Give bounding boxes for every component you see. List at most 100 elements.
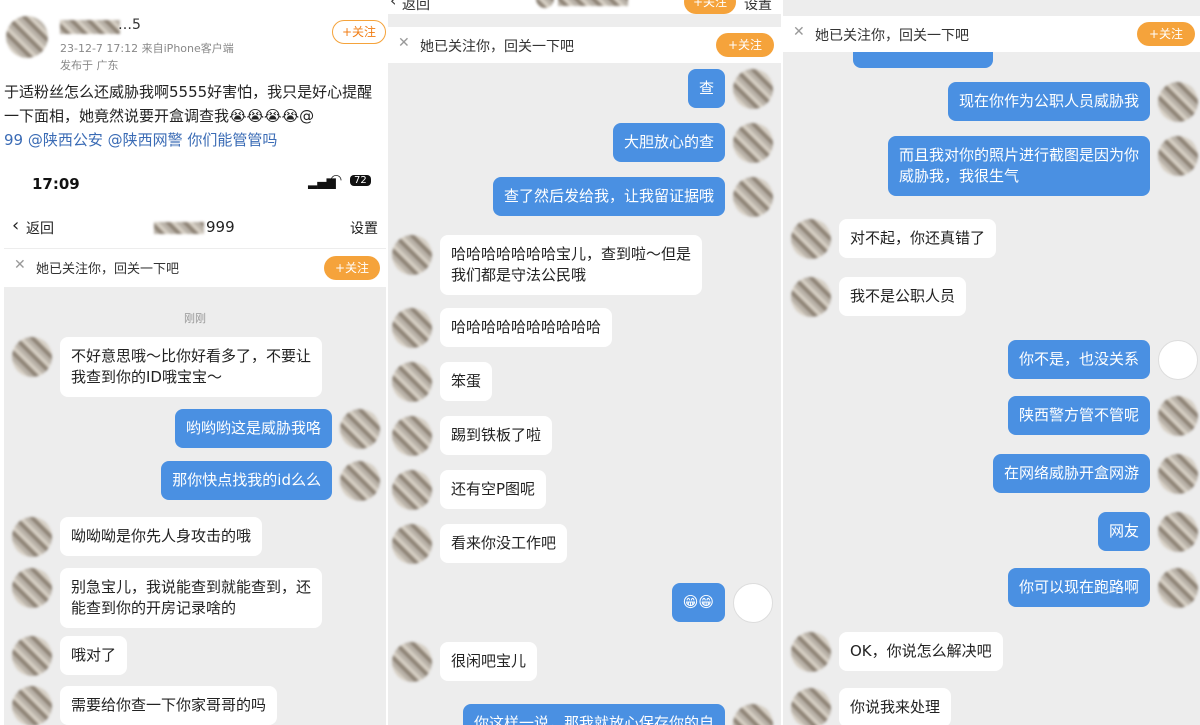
avatar[interactable] — [1158, 396, 1198, 436]
follow-notice: ✕ 她已关注你，回关一下吧 +关注 — [4, 249, 386, 287]
avatar[interactable] — [733, 177, 773, 217]
settings-button[interactable]: 设置 — [744, 0, 772, 14]
message-row: 不好意思哦～比你好看多了，不要让 我查到你的ID哦宝宝～ — [12, 337, 330, 397]
message-row: 查了然后发给我，让我留证据哦 — [485, 177, 773, 217]
avatar[interactable] — [12, 517, 52, 557]
avatar[interactable] — [340, 409, 380, 449]
chat-title-blurred — [558, 0, 628, 6]
follow-notice-text: 她已关注你，回关一下吧 — [36, 262, 180, 277]
avatar[interactable] — [1158, 82, 1198, 122]
message-row: 😁😁 — [664, 583, 773, 623]
avatar[interactable] — [340, 461, 380, 501]
message-row: 在网络威胁开盒网游 — [985, 454, 1198, 494]
avatar[interactable] — [733, 123, 773, 163]
back-button[interactable]: 返回 — [26, 218, 54, 238]
avatar[interactable] — [12, 568, 52, 608]
avatar[interactable] — [733, 583, 773, 623]
message-row: 对不起，你还真错了 — [791, 219, 1004, 259]
message-bubble[interactable]: 哟哟哟这是威胁我咯 — [174, 409, 332, 448]
message-row: OK，你说怎么解决吧 — [791, 632, 1011, 672]
close-icon[interactable]: ✕ — [398, 35, 410, 51]
avatar[interactable] — [392, 470, 432, 510]
message-bubble[interactable]: 你不是，也没关系 — [1007, 340, 1150, 379]
poster-username[interactable]: …5 — [118, 17, 141, 33]
avatar[interactable] — [1158, 568, 1198, 608]
message-bubble[interactable]: 现在你作为公职人员威胁我 — [947, 82, 1150, 121]
message-bubble[interactable]: 而且我对你的照片进行截图是因为你 威胁我，我很生气 — [887, 136, 1150, 196]
poster-username-blurred[interactable] — [60, 20, 120, 34]
nav-follow-button[interactable]: +关注 — [684, 0, 736, 14]
avatar[interactable] — [392, 308, 432, 348]
message-bubble[interactable]: 陕西警方管不管呢 — [1007, 396, 1150, 435]
poster-avatar[interactable] — [6, 16, 48, 58]
message-bubble[interactable]: 需要给你查一下你家哥哥的吗 — [60, 686, 278, 725]
back-chevron-icon[interactable]: ‹ — [12, 215, 19, 236]
message-bubble[interactable]: 😁😁 — [671, 583, 725, 622]
avatar[interactable] — [733, 704, 773, 725]
avatar[interactable] — [392, 362, 432, 402]
message-bubble[interactable]: 哈哈哈哈哈哈哈哈哈哈 — [440, 308, 613, 347]
avatar[interactable] — [733, 69, 773, 109]
close-icon[interactable]: ✕ — [14, 257, 26, 273]
back-button[interactable]: 返回 — [402, 0, 430, 14]
chat-nav-bar: ‹ 返回 999 设置 — [4, 204, 386, 248]
avatar[interactable] — [12, 337, 52, 377]
chat-title-blurred — [154, 222, 204, 234]
notice-follow-button[interactable]: +关注 — [1137, 22, 1195, 46]
avatar[interactable] — [791, 219, 831, 259]
message-bubble[interactable]: 网友 — [1097, 512, 1150, 551]
battery-badge: 72 — [350, 175, 371, 186]
back-chevron-icon[interactable]: ‹ — [390, 0, 396, 10]
message-row: 很闲吧宝儿 — [392, 642, 545, 682]
message-bubble[interactable]: 踢到铁板了啦 — [440, 416, 553, 455]
message-bubble[interactable]: 查 — [687, 69, 725, 108]
message-bubble[interactable]: 你这样一说，那我就放心保存你的自 — [462, 704, 725, 725]
notice-follow-button[interactable]: +关注 — [324, 256, 380, 280]
avatar[interactable] — [1158, 136, 1198, 176]
message-row: 现在你作为公职人员威胁我 — [940, 82, 1198, 122]
message-row: 你说我来处理 — [791, 688, 959, 725]
message-bubble[interactable]: 笨蛋 — [440, 362, 493, 401]
cut-off-bubble — [853, 52, 993, 68]
follow-button[interactable]: +关注 — [332, 20, 386, 44]
settings-button[interactable]: 设置 — [350, 218, 378, 238]
avatar[interactable] — [1158, 512, 1198, 552]
message-bubble[interactable]: 看来你没工作吧 — [440, 524, 568, 563]
message-bubble[interactable]: 你说我来处理 — [839, 688, 952, 725]
close-icon[interactable]: ✕ — [793, 24, 805, 40]
notice-follow-button[interactable]: +关注 — [716, 33, 774, 57]
avatar[interactable] — [392, 416, 432, 456]
avatar[interactable] — [1158, 340, 1198, 380]
message-bubble[interactable]: 查了然后发给我，让我留证据哦 — [492, 177, 725, 216]
message-bubble[interactable]: 哈哈哈哈哈哈哈宝儿，查到啦～但是 我们都是守法公民哦 — [440, 235, 703, 295]
message-row: 陕西警方管不管呢 — [1000, 396, 1198, 436]
message-bubble[interactable]: 我不是公职人员 — [839, 277, 967, 316]
message-bubble[interactable]: 在网络威胁开盒网游 — [992, 454, 1150, 493]
message-row: 哈哈哈哈哈哈哈哈哈哈 — [392, 308, 620, 348]
message-bubble[interactable]: OK，你说怎么解决吧 — [839, 632, 1003, 671]
message-bubble[interactable]: 那你快点找我的id么么 — [161, 461, 332, 500]
avatar[interactable] — [12, 636, 52, 676]
post-line-3: 99 @陕西公安 @陕西网警 你们能管管吗 — [4, 131, 278, 149]
message-row: 那你快点找我的id么么 — [153, 461, 380, 501]
message-bubble[interactable]: 你可以现在跑路啊 — [1007, 568, 1150, 607]
message-bubble[interactable]: 不好意思哦～比你好看多了，不要让 我查到你的ID哦宝宝～ — [60, 337, 323, 397]
message-bubble[interactable]: 对不起，你还真错了 — [839, 219, 997, 258]
wifi-icon: ◠ — [330, 172, 343, 188]
avatar[interactable] — [392, 642, 432, 682]
avatar[interactable] — [1158, 454, 1198, 494]
message-bubble[interactable]: 很闲吧宝儿 — [440, 642, 538, 681]
avatar[interactable] — [392, 524, 432, 564]
message-bubble[interactable]: 别急宝儿，我说能查到就能查到，还 能查到你的开房记录啥的 — [60, 568, 323, 628]
message-row: 哈哈哈哈哈哈哈宝儿，查到啦～但是 我们都是守法公民哦 — [392, 235, 710, 295]
message-bubble[interactable]: 大胆放心的查 — [612, 123, 725, 162]
avatar[interactable] — [791, 632, 831, 672]
message-bubble[interactable]: 呦呦呦是你先人身攻击的哦 — [60, 517, 263, 556]
message-row: 查 — [680, 69, 773, 109]
message-bubble[interactable]: 哦对了 — [60, 636, 128, 675]
avatar[interactable] — [791, 277, 831, 317]
message-bubble[interactable]: 还有空P图呢 — [440, 470, 547, 509]
avatar[interactable] — [392, 235, 432, 275]
avatar[interactable] — [791, 688, 831, 725]
avatar[interactable] — [12, 686, 52, 725]
